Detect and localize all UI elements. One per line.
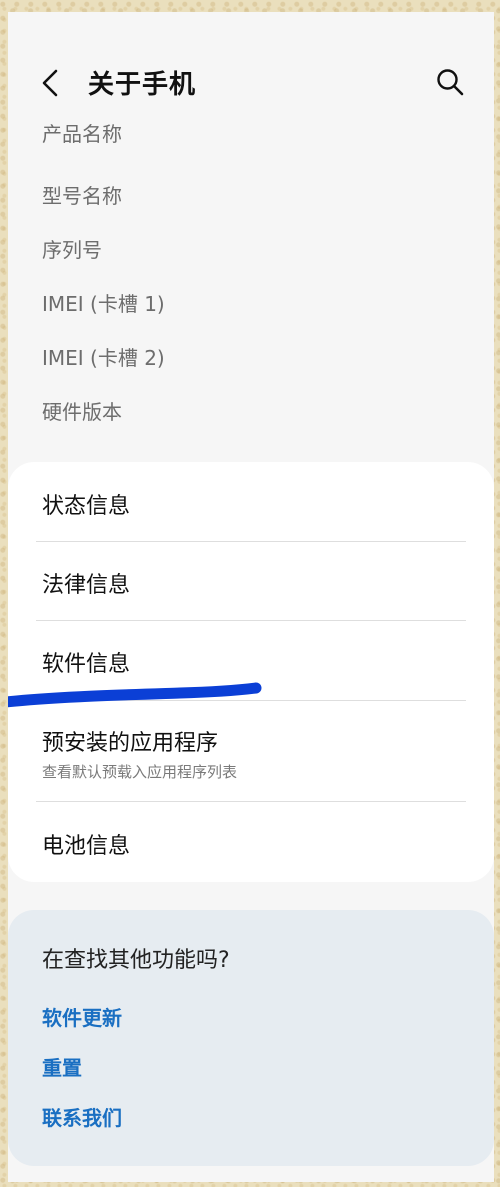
menu-item-label: 法律信息 — [42, 573, 131, 598]
menu-item-battery-info[interactable]: 电池信息 — [8, 802, 494, 882]
app-header: 关于手机 — [8, 12, 494, 122]
link-software-update[interactable]: 软件更新 — [42, 1002, 122, 1031]
menu-item-label: 状态信息 — [42, 494, 131, 519]
info-item-imei-1[interactable]: IMEI (卡槽 1) — [42, 288, 165, 317]
info-item-product-name[interactable]: 产品名称 — [42, 122, 122, 147]
menu-item-preinstalled-apps[interactable]: 预安装的应用程序 查看默认预载入应用程序列表 — [8, 701, 494, 801]
info-item-imei-2[interactable]: IMEI (卡槽 2) — [42, 342, 165, 371]
device-info-list: 产品名称 型号名称 序列号 IMEI (卡槽 1) IMEI (卡槽 2) 硬件… — [8, 122, 494, 452]
search-icon[interactable] — [434, 66, 466, 98]
lookup-title: 在查找其他功能吗? — [42, 948, 230, 973]
back-arrow-icon[interactable] — [36, 68, 66, 98]
page-title: 关于手机 — [88, 70, 197, 100]
info-item-model-name[interactable]: 型号名称 — [42, 180, 122, 209]
info-item-serial-number[interactable]: 序列号 — [42, 234, 102, 263]
info-item-hardware-version[interactable]: 硬件版本 — [42, 396, 122, 425]
settings-menu-card: 状态信息 法律信息 软件信息 预安装的应用程序 查看默认预载入应用程序列表 电池… — [8, 462, 494, 882]
menu-item-label: 预安装的应用程序 — [42, 731, 219, 756]
link-reset[interactable]: 重置 — [42, 1052, 82, 1081]
menu-item-label: 软件信息 — [42, 652, 131, 677]
menu-item-label: 电池信息 — [42, 834, 131, 859]
menu-item-subtitle: 查看默认预载入应用程序列表 — [42, 763, 238, 781]
menu-item-legal-info[interactable]: 法律信息 — [8, 542, 494, 621]
menu-item-software-info[interactable]: 软件信息 — [8, 621, 494, 700]
menu-item-status-info[interactable]: 状态信息 — [8, 462, 494, 542]
link-contact-us[interactable]: 联系我们 — [42, 1102, 122, 1131]
phone-screen: 关于手机 产品名称 型号名称 序列号 IMEI (卡槽 1) IMEI (卡槽 … — [8, 12, 494, 1182]
lookup-suggestions-card: 在查找其他功能吗? 软件更新 重置 联系我们 — [8, 910, 494, 1166]
